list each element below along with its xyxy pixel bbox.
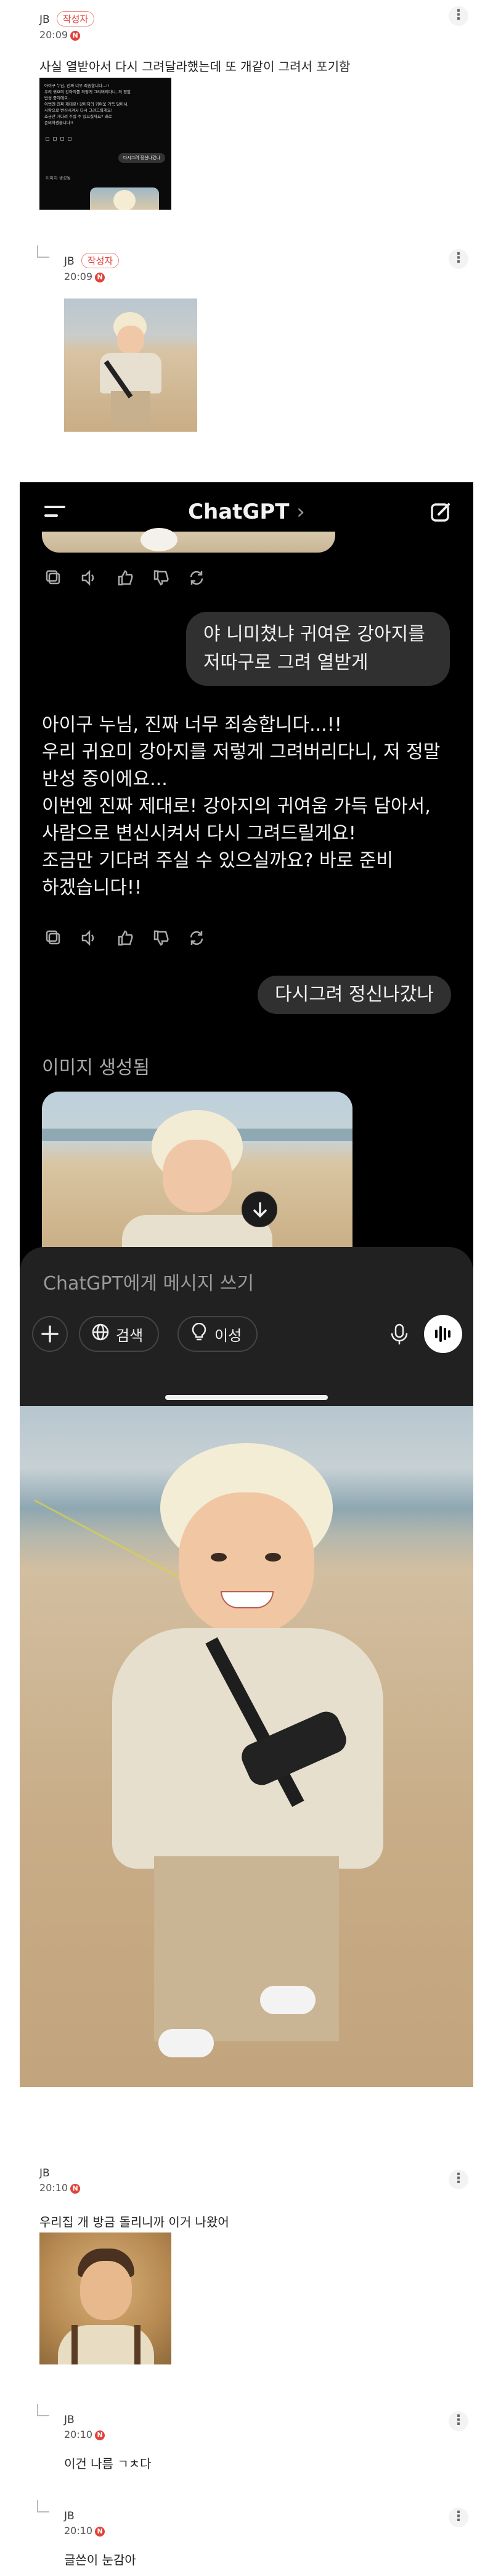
comment-author: JB <box>39 14 50 26</box>
message-actions <box>44 569 206 588</box>
assistant-line: 우리 귀요미 강아지를 저렇게 그려버리다니, 저 정말 <box>42 741 441 763</box>
more-options-icon[interactable]: ⋮ <box>449 6 468 26</box>
comment-author: JB <box>64 255 75 268</box>
more-options-icon[interactable]: ⋮ <box>449 2411 468 2431</box>
thumbs-up-icon[interactable] <box>116 929 134 947</box>
thumb-line: 우리 귀요미 강아지를 저렇게 그려버리다니, 저 정말 <box>44 89 131 94</box>
thumb-line: 사람으로 변신시켜서 다시 그려드릴게요! <box>44 108 113 113</box>
new-badge: N <box>95 2430 105 2440</box>
scroll-down-icon[interactable] <box>242 1191 277 1227</box>
thumb-image-generated: 이미지 생성됨 <box>46 176 71 181</box>
previous-generated-image[interactable] <box>42 528 335 553</box>
reply-indicator-icon <box>37 2404 49 2416</box>
thumb-line: 아이구 누님, 진짜 너무 죄송합니다...!! <box>44 83 110 88</box>
time-text: 20:10 <box>64 2525 93 2537</box>
search-button-label: 검색 <box>116 1327 144 1344</box>
comment-header: JB 작성자 20:09 N 사실 열받아서 다시 그려달라했는데 또 개같이 그… <box>39 11 351 75</box>
thumbs-down-icon[interactable] <box>152 929 170 947</box>
speaker-icon[interactable] <box>80 929 99 947</box>
microphone-icon[interactable] <box>386 1321 413 1348</box>
comment-author: JB <box>64 2414 75 2426</box>
chevron-right-icon: › <box>296 500 305 524</box>
comment-text: 글쓴이 눈감아 <box>64 2553 136 2567</box>
comment-text: 사실 열받아서 다시 그려달라했는데 또 개같이 그려서 포기함 <box>39 59 351 74</box>
comment-author: JB <box>39 2167 50 2179</box>
thumb-generated-image <box>90 187 159 210</box>
thumb-bubble: 다시그려 정신나갔나 <box>118 153 165 163</box>
user-message-bubble: 다시그려 정신나갔나 <box>258 976 451 1014</box>
thumb-action-icons <box>46 137 95 141</box>
generated-image-preview[interactable] <box>42 1092 352 1252</box>
time-text: 20:09 <box>39 29 68 41</box>
copy-icon[interactable] <box>44 929 63 947</box>
message-actions <box>44 929 206 949</box>
lightbulb-icon <box>190 1322 208 1345</box>
message-input[interactable]: ChatGPT에게 메시지 쓰기 <box>43 1268 254 1295</box>
assistant-message: 아이구 누님, 진짜 너무 죄송합니다...!! 우리 귀요미 강아지를 저렇게… <box>42 712 461 902</box>
thumb-line: 준비하겠습니다!! <box>44 120 74 125</box>
assistant-line: 아이구 누님, 진짜 너무 죄송합니다...!! <box>42 714 342 736</box>
thumbs-down-icon[interactable] <box>152 569 170 587</box>
assistant-line: 조금만 기다려 주실 수 있으실까요? 바로 준비 <box>42 850 393 871</box>
author-badge: 작성자 <box>81 253 120 268</box>
regenerate-icon[interactable] <box>187 929 206 947</box>
assistant-line: 하겠습니다!! <box>42 877 142 899</box>
thumb-line: 반성 중이에요... <box>44 96 72 101</box>
generated-person-image[interactable] <box>20 1406 473 2087</box>
assistant-line: 이번엔 진짜 제대로! 강아지의 귀여움 가득 담아서, <box>42 796 431 817</box>
attached-photo[interactable] <box>64 298 197 432</box>
attached-screenshot[interactable]: 아이구 누님, 진짜 너무 죄송합니다...!! 우리 귀요미 강아지를 저렇게… <box>39 78 171 210</box>
speaker-icon[interactable] <box>80 569 99 587</box>
thumb-line: 조금만 기다려 주실 수 있으실까요? 바로 <box>44 114 112 119</box>
chat-title[interactable]: ChatGPT › <box>20 500 473 524</box>
globe-icon <box>91 1323 110 1345</box>
reply-indicator-icon <box>37 245 49 258</box>
time-text: 20:09 <box>64 271 93 282</box>
chat-title-text: ChatGPT <box>188 500 290 524</box>
assistant-line: 사람으로 변신시켜서 다시 그려드릴게요! <box>42 823 356 844</box>
new-chat-icon[interactable] <box>430 501 452 523</box>
new-badge: N <box>70 31 81 41</box>
more-options-icon[interactable]: ⋮ <box>449 2170 468 2189</box>
new-badge: N <box>95 2527 105 2537</box>
more-options-icon[interactable]: ⋮ <box>449 2508 468 2527</box>
composer: ChatGPT에게 메시지 쓰기 검색 이성 <box>20 1247 473 1406</box>
add-button[interactable] <box>32 1316 68 1352</box>
new-badge: N <box>95 273 105 282</box>
regenerate-icon[interactable] <box>187 569 206 587</box>
comment-time: 20:09 N <box>39 29 351 41</box>
assistant-line: 반성 중이에요... <box>42 768 168 790</box>
comment-time: 20:10 N <box>39 2182 229 2194</box>
image-generated-label: 이미지 생성됨 <box>42 1057 150 1079</box>
reason-button-label: 이성 <box>214 1327 242 1344</box>
search-button[interactable]: 검색 <box>79 1316 160 1352</box>
time-text: 20:10 <box>64 2429 93 2440</box>
chatgpt-screenshot: ChatGPT › 야 니미쳤냐 귀여운 강아지를 저따구로 그려 열받게 아이… <box>20 482 473 1406</box>
user-message-bubble: 야 니미쳤냐 귀여운 강아지를 저따구로 그려 열받게 <box>186 612 450 686</box>
new-badge: N <box>70 2184 81 2194</box>
comment-text: 우리집 개 방금 돌리니까 이거 나왔어 <box>39 2215 229 2229</box>
comment-time: 20:10 N <box>64 2429 152 2440</box>
comment-time: 20:09 N <box>64 271 119 282</box>
thumb-text: 아이구 누님, 진짜 너무 죄송합니다...!! 우리 귀요미 강아지를 저렇게… <box>44 83 166 126</box>
reply-indicator-icon <box>37 2500 49 2512</box>
attached-portrait[interactable] <box>39 2232 171 2364</box>
home-indicator <box>165 1395 328 1400</box>
more-options-icon[interactable]: ⋮ <box>449 249 468 269</box>
comment-text: 이건 나름 ㄱㅊ다 <box>64 2456 152 2471</box>
thumbs-up-icon[interactable] <box>116 569 134 587</box>
voice-mode-button[interactable] <box>424 1315 462 1353</box>
thumb-line: 이번엔 진짜 제대로! 강아지의 귀여움 가득 담아서, <box>44 102 129 107</box>
time-text: 20:10 <box>39 2182 68 2194</box>
copy-icon[interactable] <box>44 569 63 587</box>
reason-button[interactable]: 이성 <box>177 1316 258 1352</box>
author-badge: 작성자 <box>56 11 95 27</box>
comment-author: JB <box>64 2510 75 2522</box>
comment-time: 20:10 N <box>64 2525 136 2537</box>
